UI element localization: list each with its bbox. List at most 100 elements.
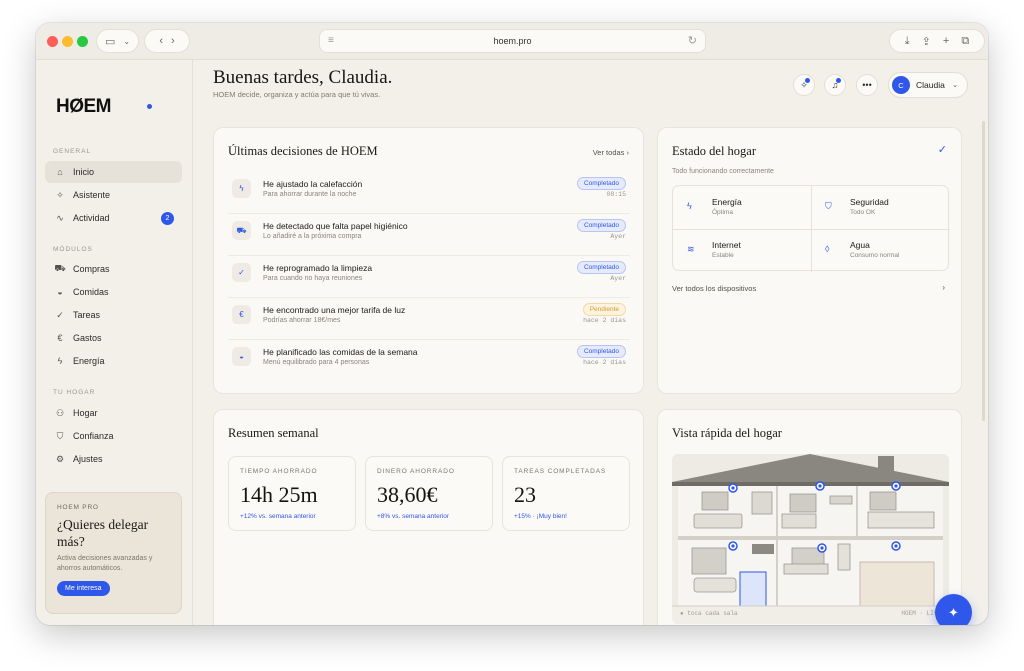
status-badge: Completado — [576, 177, 626, 190]
devices-link[interactable]: Ver todos los dispositivos — [672, 284, 756, 293]
bowl-icon: ◒ — [232, 347, 251, 366]
download-icon[interactable]: ⤓ — [905, 35, 910, 48]
sidebar-item-gastos[interactable]: € Gastos — [45, 327, 182, 349]
chevron-down-icon: ⌄ — [952, 82, 958, 89]
decision-row[interactable]: € He encontrado una mejor tarifa de luz … — [228, 298, 630, 340]
status-cell-water[interactable]: ◊ Agua Consumo normal — [811, 229, 949, 272]
bolt-icon: ϟ — [232, 179, 251, 198]
sidebar-item-actividad[interactable]: ∿ Actividad 2 — [45, 207, 182, 229]
avatar: C — [892, 76, 910, 94]
zoom-window-button[interactable] — [77, 36, 88, 47]
shield-icon: ⛉ — [56, 430, 64, 441]
share-icon[interactable]: ⇪ — [922, 35, 931, 48]
home-icon: ⌂ — [57, 167, 63, 177]
new-tab-icon[interactable]: + — [943, 35, 949, 47]
logo: HØEM — [56, 96, 112, 117]
decision-title: He ajustado la calefacción — [263, 179, 363, 189]
status-cell-security[interactable]: ⛉ Seguridad Todo OK — [811, 186, 949, 229]
home-status-subtitle: Todo funcionando correctamente — [672, 168, 774, 175]
status-cell-subtitle: Todo OK — [850, 209, 876, 216]
sidebar-item-label: Gastos — [73, 333, 102, 343]
section-home: TU HOGAR — [53, 389, 96, 396]
home-status-card: Estado del hogar ✓ Todo funcionando corr… — [657, 127, 962, 394]
sidebar-toggle-button[interactable]: ▭ ⌄ — [96, 29, 139, 53]
sidebar-item-asistente[interactable]: ✧ Asistente — [45, 184, 182, 206]
sidebar-item-label: Ajustes — [73, 454, 103, 464]
people-icon: ⚇ — [55, 407, 65, 418]
more-button[interactable]: ••• — [856, 74, 878, 96]
sidebar-item-tareas[interactable]: ✓ Tareas — [45, 304, 182, 326]
section-general: GENERAL — [53, 148, 92, 155]
stat-label: DINERO AHORRADO — [377, 468, 455, 475]
decision-subtitle: Menú equilibrado para 4 personas — [263, 359, 370, 366]
sidebar-item-compras[interactable]: ⛟ Compras — [45, 258, 182, 280]
sidebar-item-hogar[interactable]: ⚇ Hogar — [45, 402, 182, 424]
bolt-icon: ϟ — [687, 201, 692, 211]
see-all-link[interactable]: Ver todas › — [593, 148, 629, 157]
decision-subtitle: Para cuando no haya reuniones — [263, 275, 363, 282]
sidebar-icon: ▭ — [104, 35, 116, 48]
promo-title: ¿Quieres delegar más? — [57, 517, 149, 549]
decision-row[interactable]: ϟ He ajustado la calefacción Para ahorra… — [228, 172, 630, 214]
notifications-button[interactable]: ♫ — [824, 74, 846, 96]
status-cell-subtitle: Consumo normal — [850, 252, 900, 259]
wifi-icon: ≋ — [687, 244, 695, 254]
page-title: Buenas tardes, Claudia. — [213, 67, 393, 88]
sidebar-item-label: Inicio — [73, 167, 95, 177]
sidebar-item-comidas[interactable]: ◒ Comidas — [45, 281, 182, 303]
sidebar-item-ajustes[interactable]: ⚙ Ajustes — [45, 448, 182, 470]
sidebar-item-energia[interactable]: ϟ Energía — [45, 350, 182, 372]
status-grid: ϟ Energía Óptima ⛉ Seguridad Todo OK ≋ I… — [672, 185, 950, 272]
decisions-title: Últimas decisiones de HOEM — [228, 144, 378, 158]
sidebar-item-label: Actividad — [73, 213, 110, 223]
url-text: hoem.pro — [493, 36, 532, 46]
forward-icon[interactable]: › — [171, 35, 175, 47]
weekly-title: Resumen semanal — [228, 426, 319, 440]
close-window-button[interactable] — [47, 36, 58, 47]
status-cell-energy[interactable]: ϟ Energía Óptima — [673, 186, 811, 229]
quick-view-card: Vista rápida del hogar ● toca cada sala … — [657, 409, 962, 625]
back-icon[interactable]: ‹ — [159, 35, 163, 47]
sidebar-item-inicio[interactable]: ⌂ Inicio — [45, 161, 182, 183]
drop-icon: ◊ — [825, 244, 830, 254]
notification-dot — [836, 78, 841, 83]
stat-time-saved: TIEMPO AHORRADO 14h 25m +12% vs. semana … — [228, 456, 356, 531]
status-dot — [147, 104, 152, 109]
stat-label: TIEMPO AHORRADO — [240, 468, 318, 475]
status-cell-title: Agua — [850, 240, 870, 250]
stat-value: 23 — [514, 482, 536, 507]
status-cell-internet[interactable]: ≋ Internet Estable — [673, 229, 811, 272]
sidebar-item-label: Asistente — [73, 190, 111, 200]
cart-icon: ⛟ — [54, 263, 66, 273]
promo-button[interactable]: Me interesa — [57, 581, 110, 596]
sparkle-icon: ✧ — [56, 189, 64, 200]
sidebar-item-label: Hogar — [73, 408, 98, 418]
minimize-window-button[interactable] — [62, 36, 73, 47]
browser-window: ▭ ⌄ ‹ › ≡ hoem.pro ↻ ⤓ ⇪ + ⧉ HØEM GENERAL … — [36, 23, 988, 625]
address-bar[interactable]: ≡ hoem.pro ↻ — [319, 29, 706, 53]
decision-subtitle: Para ahorrar durante la noche — [263, 191, 357, 198]
reload-icon[interactable]: ↻ — [688, 34, 697, 47]
assistant-button[interactable]: ✧ — [793, 74, 815, 96]
status-badge: Pendiente — [582, 303, 626, 316]
house-illustration[interactable]: ● toca cada sala HOEM · LIVE — [672, 454, 949, 624]
shield-icon: ⛉ — [825, 201, 832, 211]
decision-title: He detectado que falta papel higiénico — [263, 221, 408, 231]
status-badge: Completado — [576, 219, 626, 232]
assistant-fab[interactable]: ✦ — [935, 594, 972, 625]
chevron-right-icon[interactable]: › — [942, 283, 945, 292]
decision-row[interactable]: ⛟ He detectado que falta papel higiénico… — [228, 214, 630, 256]
decision-time: hace 2 días — [583, 317, 626, 324]
sidebar-item-confianza[interactable]: ⛉ Confianza — [45, 425, 182, 447]
decision-row[interactable]: ◒ He planificado las comidas de la seman… — [228, 340, 630, 382]
sidebar: HØEM GENERAL ⌂ Inicio ✧ Asistente ∿ Activid… — [36, 60, 193, 625]
stat-tasks-completed: TAREAS COMPLETADAS 23 +15% · ¡Muy bien! — [502, 456, 630, 531]
scrollbar[interactable] — [982, 121, 985, 421]
toolbar-actions: ⤓ ⇪ + ⧉ — [889, 29, 985, 53]
house-svg — [672, 454, 949, 624]
sidebar-item-label: Comidas — [73, 287, 109, 297]
decision-time: Ayer — [610, 233, 626, 240]
tabs-overview-icon[interactable]: ⧉ — [961, 35, 969, 48]
decision-row[interactable]: ✓ He reprogramado la limpieza Para cuand… — [228, 256, 630, 298]
user-menu[interactable]: C Claudia ⌄ — [888, 72, 968, 98]
